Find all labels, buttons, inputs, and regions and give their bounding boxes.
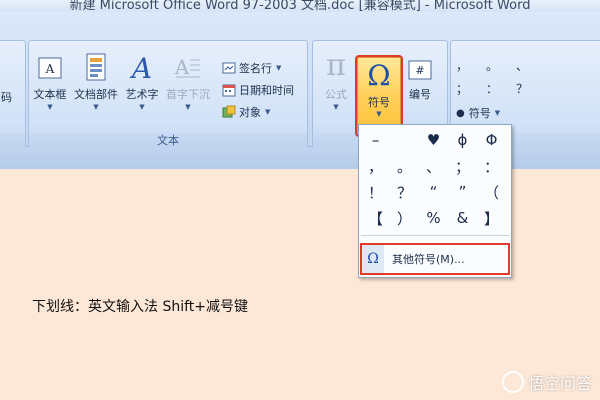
object-icon bbox=[222, 105, 236, 119]
textbox-icon: A bbox=[28, 50, 72, 82]
signature-line-button[interactable]: 签名行 ▼ bbox=[222, 60, 281, 76]
quickparts-icon bbox=[74, 50, 118, 82]
symbol-label: 符号 bbox=[368, 96, 390, 109]
special-symbol[interactable]: ： bbox=[486, 80, 498, 97]
symbol-cell[interactable]: 。 bbox=[390, 153, 419, 179]
symbol-cell[interactable]: ϕ bbox=[448, 127, 477, 153]
symbol-cell[interactable]: ♥ bbox=[419, 127, 448, 153]
equation-label: 公式 bbox=[325, 88, 347, 101]
more-symbols-label: 其他符号(M)... bbox=[392, 253, 465, 266]
chevron-down-icon: ▼ bbox=[47, 103, 53, 111]
symbol-cell[interactable]: ； bbox=[448, 153, 477, 179]
svg-text:A: A bbox=[45, 62, 55, 76]
special-row-1: ， 。 、 bbox=[456, 57, 528, 74]
symbol-cell[interactable]: – bbox=[361, 127, 390, 153]
textbox-label: 文本框 bbox=[33, 88, 67, 101]
textbox-button[interactable]: A 文本框 ▼ bbox=[28, 50, 72, 112]
wordart-icon: A bbox=[120, 50, 164, 82]
symbol-cell[interactable]: 【 bbox=[361, 205, 390, 231]
omega-icon: Ω bbox=[362, 245, 384, 273]
special-symbol[interactable]: ？ bbox=[516, 80, 528, 97]
quickparts-label: 文档部件 bbox=[74, 88, 118, 101]
watermark-text: 悟空问答 bbox=[527, 374, 592, 393]
special-symbols-label: 符号 bbox=[468, 107, 491, 120]
symbol-cell[interactable]: ？ bbox=[390, 179, 419, 205]
symbol-dropdown: – ♥ ϕ Φ ， 。 、 ； ： ！ ？ “ ” （ 【 ） % & 】 Ω … bbox=[358, 124, 512, 278]
datetime-label: 日期和时间 bbox=[239, 84, 294, 97]
special-symbols-panel: ， 。 、 ； ： ？ ● 符号 ▼ bbox=[456, 57, 528, 121]
title-bar: 新建 Microsoft Office Word 97-2003 文档.doc … bbox=[0, 0, 600, 12]
chat-bubble-icon bbox=[501, 371, 524, 393]
more-symbols-menu-item[interactable]: Ω 其他符号(M)... bbox=[360, 243, 510, 275]
chevron-down-icon: ▼ bbox=[139, 103, 145, 111]
special-row-2: ； ： ？ bbox=[456, 80, 528, 97]
chevron-down-icon: ▼ bbox=[333, 103, 339, 111]
symbol-cell[interactable]: “ bbox=[419, 179, 448, 205]
signature-label: 签名行 bbox=[239, 62, 272, 75]
dropcap-icon: A bbox=[166, 50, 210, 82]
svg-text:A: A bbox=[174, 55, 190, 79]
svg-text:A: A bbox=[129, 52, 152, 82]
chevron-down-icon: ▼ bbox=[93, 103, 99, 111]
signature-icon bbox=[222, 61, 236, 75]
chevron-down-icon: ▼ bbox=[494, 109, 501, 117]
number-label: 编号 bbox=[409, 88, 431, 101]
bullet-icon: ● bbox=[456, 107, 465, 119]
ribbon-group-partial: 码 bbox=[0, 40, 26, 150]
symbol-cell[interactable]: ” bbox=[448, 179, 477, 205]
symbol-cell[interactable]: & bbox=[448, 205, 477, 231]
symbol-cell[interactable] bbox=[390, 127, 419, 153]
wordart-label: 艺术字 bbox=[125, 88, 159, 101]
quickparts-button[interactable]: 文档部件 ▼ bbox=[74, 50, 118, 112]
chevron-down-icon: ▼ bbox=[276, 64, 282, 72]
special-symbol[interactable]: 、 bbox=[516, 57, 528, 74]
pi-icon: π bbox=[326, 48, 346, 83]
svg-text:#: # bbox=[415, 64, 424, 77]
datetime-button[interactable]: 日期和时间 bbox=[222, 82, 294, 98]
chevron-down-icon: ▼ bbox=[265, 108, 271, 116]
symbol-cell[interactable]: 】 bbox=[477, 205, 506, 231]
symbol-cell[interactable]: % bbox=[419, 205, 448, 231]
dropcap-button: A 首字下沉 ▼ bbox=[166, 50, 210, 112]
chevron-down-icon: ▼ bbox=[376, 110, 382, 118]
window-title: 新建 Microsoft Office Word 97-2003 文档.doc … bbox=[69, 0, 531, 12]
dropdown-divider bbox=[361, 235, 509, 236]
object-button[interactable]: 对象 ▼ bbox=[222, 104, 270, 120]
partial-button-label[interactable]: 码 bbox=[1, 89, 12, 105]
special-symbol[interactable]: 。 bbox=[486, 57, 498, 74]
calendar-icon bbox=[222, 83, 236, 97]
symbol-cell[interactable]: ） bbox=[390, 205, 419, 231]
number-button[interactable]: # 编号 bbox=[398, 50, 442, 102]
special-symbol[interactable]: ， bbox=[456, 57, 468, 74]
symbol-cell[interactable]: ！ bbox=[361, 179, 390, 205]
document-body-text: 下划线：英文输入法 Shift+减号键 bbox=[32, 299, 249, 315]
symbol-grid: – ♥ ϕ Φ ， 。 、 ； ： ！ ？ “ ” （ 【 ） % & 】 bbox=[361, 127, 507, 231]
wordart-button[interactable]: A 艺术字 ▼ bbox=[120, 50, 164, 112]
symbol-cell[interactable]: ， bbox=[361, 153, 390, 179]
special-symbol[interactable]: ； bbox=[456, 80, 468, 97]
object-label: 对象 bbox=[239, 106, 261, 119]
symbol-cell[interactable]: （ bbox=[477, 179, 506, 205]
equation-button: π 公式 ▼ bbox=[314, 50, 358, 112]
omega-icon: Ω bbox=[367, 59, 391, 92]
special-symbols-button[interactable]: ● 符号 ▼ bbox=[456, 105, 528, 121]
number-icon: # bbox=[398, 50, 442, 82]
chevron-down-icon: ▼ bbox=[185, 103, 191, 111]
symbol-cell[interactable]: 、 bbox=[419, 153, 448, 179]
watermark: 悟空问答 bbox=[501, 370, 592, 394]
symbol-cell[interactable]: ： bbox=[477, 153, 506, 179]
symbol-cell[interactable]: Φ bbox=[477, 127, 506, 153]
dropcap-label: 首字下沉 bbox=[166, 88, 210, 101]
